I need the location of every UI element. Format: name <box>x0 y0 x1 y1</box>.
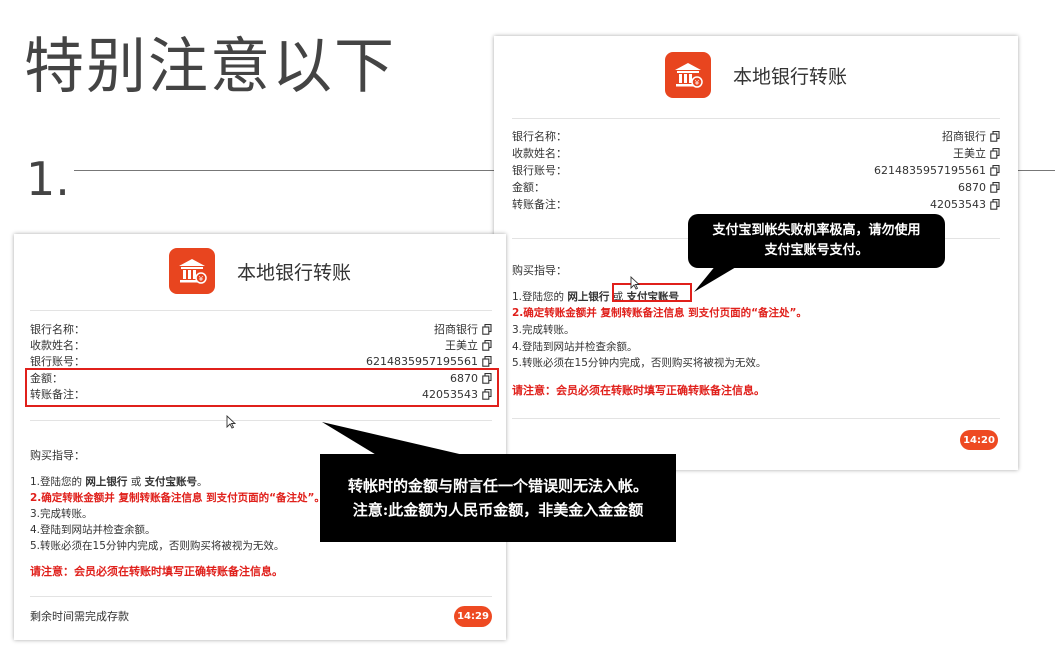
divider <box>512 418 1000 419</box>
card-header: ¥ 本地银行转账 <box>14 248 506 294</box>
copy-icon[interactable] <box>482 323 492 335</box>
row-bank-name: 银行名称： 招商银行 <box>512 128 1000 144</box>
svg-text:¥: ¥ <box>199 275 204 283</box>
countdown-timer: 14:29 <box>454 606 492 627</box>
row-value: 6214835957195561 <box>874 163 986 177</box>
mouse-pointer-icon <box>226 415 236 429</box>
row-label: 金额： <box>512 181 545 194</box>
guide-step-1: 1.登陆您的 网上银行 或 支付宝账号。 <box>30 476 208 488</box>
divider <box>30 596 492 597</box>
row-payee-name: 收款姓名： 王美立 <box>30 337 492 353</box>
guide-step-4: 4.登陆到网站并检查余额。 <box>30 524 156 536</box>
notice: 请注意：会员必须在转账时填写正确转账备注信息。 <box>512 384 765 397</box>
callout-alipay-warning: 支付宝到帐失败机率极高，请勿使用 支付宝账号支付。 <box>688 214 945 268</box>
step-number: 1. <box>26 152 70 206</box>
copy-icon[interactable] <box>482 339 492 351</box>
countdown-timer: 14:20 <box>960 430 998 450</box>
row-account-number: 银行账号： 6214835957195561 <box>512 162 1000 178</box>
callout-line: 支付宝账号支付。 <box>764 243 869 258</box>
row-value: 42053543 <box>930 197 986 211</box>
callout-amount-warning: 转帐时的金额与附言任一个错误则无法入帐。 注意:此金额为人民币金额，非美金入金金… <box>320 454 676 542</box>
guide-step-3: 3.完成转账。 <box>30 508 93 520</box>
row-account-number: 银行账号： 6214835957195561 <box>30 353 492 369</box>
divider <box>512 118 1000 119</box>
notice: 请注意：会员必须在转账时填写正确转账备注信息。 <box>30 565 283 578</box>
row-value: 6870 <box>958 180 986 194</box>
copy-icon[interactable] <box>990 147 1000 159</box>
divider <box>30 310 492 311</box>
guide-step-4: 4.登陆到网站并检查余额。 <box>512 341 638 353</box>
row-value: 王美立 <box>445 339 478 352</box>
row-bank-name: 银行名称： 招商银行 <box>30 321 492 337</box>
row-label: 银行名称： <box>512 130 567 143</box>
row-label: 转账备注： <box>512 198 567 211</box>
copy-icon[interactable] <box>990 164 1000 176</box>
row-label: 收款姓名： <box>512 147 567 160</box>
callout-line: 支付宝到帐失败机率极高，请勿使用 <box>712 223 921 238</box>
guide-title: 购买指导： <box>512 264 567 277</box>
svg-text:¥: ¥ <box>695 79 700 87</box>
copy-icon[interactable] <box>482 355 492 367</box>
callout-line: 注意:此金额为人民币金额，非美金入金金额 <box>352 501 644 519</box>
slide-title: 特别注意以下 <box>24 32 396 102</box>
row-value: 招商银行 <box>434 323 478 336</box>
row-amount: 金额： 6870 <box>512 179 1000 195</box>
copy-icon[interactable] <box>990 181 1000 193</box>
card-title: 本地银行转账 <box>236 261 351 284</box>
row-transfer-note: 转账备注： 42053543 <box>512 196 1000 212</box>
callout-line: 转帐时的金额与附言任一个错误则无法入帐。 <box>347 477 648 495</box>
row-value: 王美立 <box>953 147 986 160</box>
row-label: 银行账号： <box>30 355 85 368</box>
remaining-time-label: 剩余时间需完成存款 <box>30 610 129 623</box>
row-payee-name: 收款姓名： 王美立 <box>512 145 1000 161</box>
row-label: 银行账号： <box>512 164 567 177</box>
step-divider-line-right <box>1018 170 1055 171</box>
highlight-box-amount-note <box>25 368 499 407</box>
row-value: 招商银行 <box>942 130 986 143</box>
guide-step-2: 2.确定转账金额并 复制转账备注信息 到支付页面的“备注处”。 <box>30 492 325 504</box>
guide-step-5: 5.转账必须在15分钟内完成，否则购买将被视为无效。 <box>512 357 767 369</box>
highlight-box-alipay <box>612 283 692 302</box>
row-label: 银行名称： <box>30 323 85 336</box>
step-divider-line <box>74 170 494 171</box>
row-value: 6214835957195561 <box>366 354 478 368</box>
card-title: 本地银行转账 <box>732 65 847 88</box>
guide-step-5: 5.转账必须在15分钟内完成，否则购买将被视为无效。 <box>30 540 285 552</box>
mouse-pointer-icon <box>630 276 640 290</box>
row-label: 收款姓名： <box>30 339 85 352</box>
copy-icon[interactable] <box>990 130 1000 142</box>
bank-building-icon: ¥ <box>168 248 215 294</box>
bank-building-icon: ¥ <box>664 52 711 98</box>
copy-icon[interactable] <box>990 198 1000 210</box>
guide-title: 购买指导： <box>30 449 85 462</box>
card-header: ¥ 本地银行转账 <box>494 52 1018 98</box>
guide-step-3: 3.完成转账。 <box>512 324 575 336</box>
guide-step-2: 2.确定转账金额并 复制转账备注信息 到支付页面的“备注处”。 <box>512 307 807 319</box>
